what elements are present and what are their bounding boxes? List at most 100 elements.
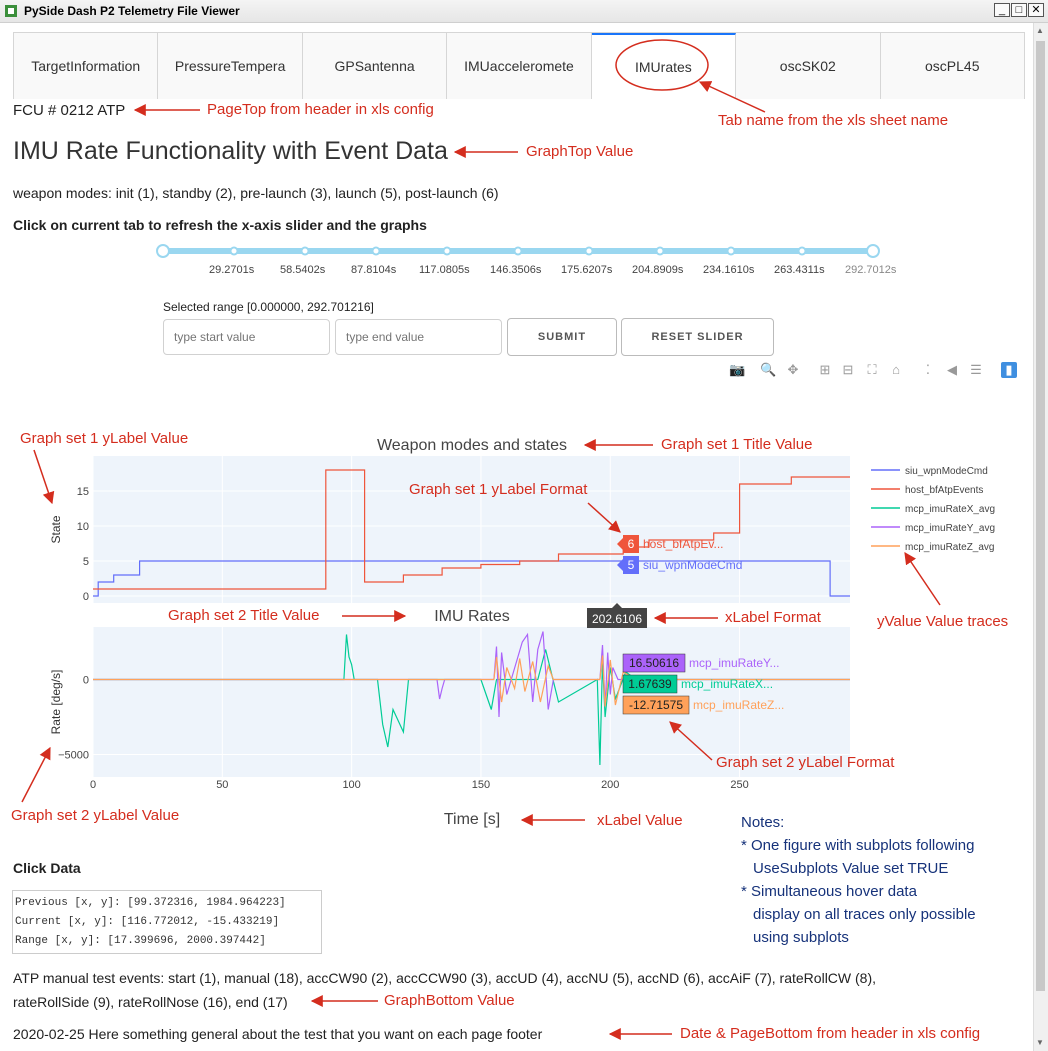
legend-item: mcp_imuRateZ_avg	[905, 542, 994, 553]
hover-closest-icon[interactable]: ◀	[944, 362, 960, 378]
submit-button[interactable]: SUBMIT	[507, 318, 617, 356]
x-tick-label: 100	[342, 779, 360, 791]
refresh-hint: Click on current tab to refresh the x-ax…	[13, 217, 427, 233]
annotation-date-bottom: Date & PageBottom from header in xls con…	[680, 1025, 981, 1042]
hover-value: 16.50616	[629, 656, 679, 670]
tab-oscsk02[interactable]: oscSK02	[736, 33, 881, 99]
click-data-title: Click Data	[13, 860, 81, 876]
slider-mark-label: 204.8909s	[632, 264, 684, 276]
slider-mark-label: 87.8104s	[351, 264, 397, 276]
weapon-modes-text: weapon modes: init (1), standby (2), pre…	[13, 185, 499, 201]
annotation-g1-yformat: Graph set 1 yLabel Format	[409, 481, 588, 498]
slider-mark	[584, 246, 594, 256]
annotation-g2-title: Graph set 2 Title Value	[168, 607, 320, 624]
subplot-title: IMU Rates	[434, 608, 510, 625]
notes-title: Notes:	[741, 814, 785, 831]
spike-lines-icon[interactable]: ⁚	[920, 362, 936, 378]
slider-mark-label: 29.2701s	[209, 264, 255, 276]
annotation-tab-name: Tab name from the xls sheet name	[718, 112, 949, 129]
legend-item: siu_wpnModeCmd	[905, 466, 988, 477]
tab-targetinformation[interactable]: TargetInformation	[14, 33, 159, 99]
autoscale-icon[interactable]: ⛶	[864, 362, 880, 378]
graph-top-title: IMU Rate Functionality with Event Data	[13, 137, 448, 165]
range-slider[interactable]	[150, 240, 890, 264]
zoom-icon[interactable]: 🔍	[760, 362, 776, 378]
slider-mark-label: 146.3506s	[490, 264, 542, 276]
x-tick-label: 0	[90, 779, 96, 791]
scroll-up-icon[interactable]: ▲	[1036, 26, 1044, 35]
slider-mark	[371, 246, 381, 256]
y-tick-label: −5000	[58, 750, 89, 762]
legend-item: mcp_imuRateY_avg	[905, 523, 995, 534]
y-tick-label: 10	[77, 521, 89, 533]
slider-mark-label: 117.0805s	[419, 264, 470, 276]
hover-x-pointer	[612, 603, 623, 608]
y-tick-label: 5	[83, 556, 89, 568]
tab-bar: TargetInformation PressureTempera GPSant…	[13, 32, 1025, 99]
slider-mark	[442, 246, 452, 256]
graph-bottom-line1: ATP manual test events: start (1), manua…	[13, 970, 877, 986]
close-button[interactable]: ✕	[1028, 3, 1044, 17]
hover-series-label: siu_wpnModeCmd	[643, 558, 742, 572]
tab-oscpl45[interactable]: oscPL45	[880, 33, 1024, 99]
notes-line: using subplots	[753, 929, 849, 946]
plot-background	[93, 456, 850, 603]
slider-handle-end	[866, 244, 880, 258]
hover-series-label: mcp_imuRateZ...	[693, 698, 784, 712]
annotation-g2-yformat: Graph set 2 yLabel Format	[716, 754, 895, 771]
slider-mark	[229, 246, 239, 256]
y-tick-label: 0	[83, 675, 89, 687]
slider-mark-label: 58.5402s	[280, 264, 326, 276]
tab-imurates[interactable]: IMUrates	[591, 33, 737, 99]
hover-x-label: 202.6106	[592, 612, 642, 626]
reset-slider-button[interactable]: RESET SLIDER	[621, 318, 774, 356]
pan-icon[interactable]: ✥	[785, 362, 801, 378]
scroll-down-icon[interactable]: ▼	[1036, 1038, 1044, 1047]
y-axis-label: State	[49, 515, 63, 543]
hover-value: 5	[628, 558, 635, 572]
annotation-xlabel-format: xLabel Format	[725, 609, 821, 626]
y-tick-label: 15	[77, 486, 89, 498]
hover-compare-icon[interactable]: ☰	[968, 362, 984, 378]
maximize-button[interactable]: □	[1011, 3, 1027, 17]
slider-mark	[797, 246, 807, 256]
y-tick-label: 0	[83, 591, 89, 603]
slider-handle-start	[156, 244, 170, 258]
subplot-title: Weapon modes and states	[377, 437, 567, 454]
click-current: Current [x, y]: [116.772012, -15.433219]	[15, 916, 280, 928]
tab-pressuretempera[interactable]: PressureTempera	[158, 33, 303, 99]
x-tick-label: 200	[601, 779, 619, 791]
slider-mark-label: 292.7012s	[845, 264, 897, 276]
tab-imuaccelerometer[interactable]: IMUacceleromete	[447, 33, 592, 99]
click-previous: Previous [x, y]: [99.372316, 1984.964223…	[15, 897, 286, 909]
window-title: PySide Dash P2 Telemetry File Viewer	[24, 4, 240, 18]
slider-mark	[300, 246, 310, 256]
click-range: Range [x, y]: [17.399696, 2000.397442]	[15, 935, 266, 947]
reset-axes-icon[interactable]: ⌂	[888, 362, 904, 378]
camera-icon[interactable]: 📷	[729, 362, 745, 378]
hover-series-label: mcp_imuRateX...	[681, 677, 773, 691]
end-value-input[interactable]	[335, 319, 502, 355]
start-value-input[interactable]	[163, 319, 330, 355]
notes-line: * One figure with subplots following	[741, 837, 975, 854]
minimize-button[interactable]: _	[994, 3, 1010, 17]
graph-bottom-line2: rateRollSide (9), rateRollNose (16), end…	[13, 994, 288, 1010]
plotly-logo-icon[interactable]: ▮	[1001, 362, 1017, 378]
slider-mark	[655, 246, 665, 256]
annotation-g1-ylabel: Graph set 1 yLabel Value	[20, 430, 189, 447]
annotation-yvalue-traces: yValue Value traces	[877, 613, 1009, 630]
hover-value: 1.67639	[628, 677, 672, 691]
zoom-out-icon[interactable]: ⊟	[840, 362, 856, 378]
annotation-g2-ylabel: Graph set 2 yLabel Value	[11, 807, 180, 824]
tab-gpsantenna[interactable]: GPSantenna	[302, 33, 448, 99]
zoom-in-icon[interactable]: ⊞	[817, 362, 833, 378]
notes-line: * Simultaneous hover data	[741, 883, 917, 900]
legend-item: mcp_imuRateX_avg	[905, 504, 995, 515]
y-axis-label: Rate [deg/s]	[49, 670, 63, 735]
slider-mark-label: 263.4311s	[774, 264, 825, 276]
selected-range: Selected range [0.000000, 292.701216]	[163, 300, 374, 314]
annotation-graph-top: GraphTop Value	[526, 143, 634, 160]
slider-mark	[513, 246, 523, 256]
hover-series-label: mcp_imuRateY...	[689, 656, 780, 670]
legend-item: host_bfAtpEvents	[905, 485, 983, 496]
